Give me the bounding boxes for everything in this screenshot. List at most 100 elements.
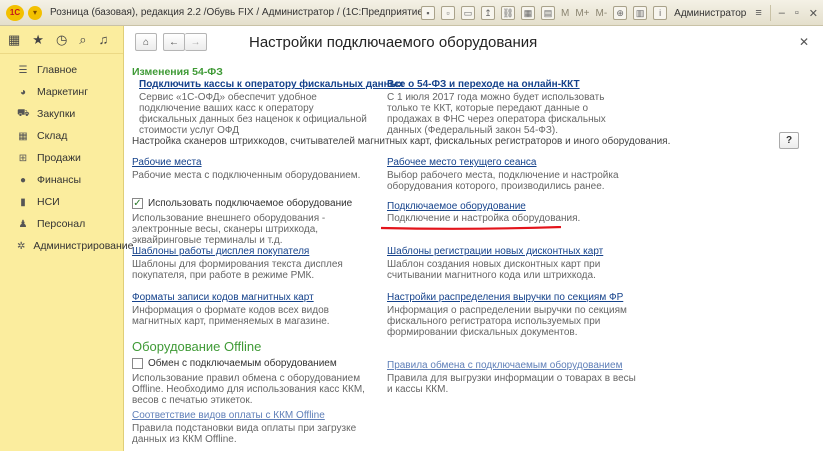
window-title-bar: 1С ▾ Розница (базовая), редакция 2.2 /Об… [0,0,823,26]
zoom-icon[interactable]: ⊕ [613,6,628,20]
save-icon[interactable]: ▪ [420,6,435,20]
form-header: ⌂ ← → Настройки подключаемого оборудован… [125,26,823,58]
cart-icon: ⛟ [17,107,30,119]
calculator-icon[interactable]: ▤ [540,6,555,20]
offline-exchange-label: Обмен с подключаемым оборудованием [148,358,337,369]
card-templates-desc: Шаблон создания новых дисконтных карт пр… [387,259,601,281]
sidebar-item-label: Закупки [37,108,76,120]
sidebar-item-marketing[interactable]: ◕ Маркетинг [0,81,123,103]
sidebar-item-label: Продажи [37,152,81,164]
maximize-icon[interactable]: ▫ [795,7,799,19]
sidebar-item-nsi[interactable]: ▮ НСИ [0,191,123,213]
sidebar-item-label: Администрирование [33,240,134,252]
back-button[interactable]: ← [163,33,185,51]
pie-chart-icon: ◕ [19,86,27,98]
books-icon: ▮ [20,196,26,208]
offline-exchange-checkbox[interactable] [132,358,143,369]
preview-icon[interactable]: ▭ [460,6,475,20]
search-icon[interactable]: ⌕ [79,32,86,48]
sidebar-item-purchases[interactable]: ⛟ Закупки [0,103,123,125]
home-button[interactable]: ⌂ [135,33,157,51]
sidebar-item-warehouse[interactable]: ▦ Склад [0,125,123,147]
page-title: Настройки подключаемого оборудования [249,33,538,51]
settings-intro: Настройка сканеров штрихкодов, считывате… [132,136,671,147]
main-menu-icon[interactable]: ▾ [28,5,42,20]
changes-54fz-header: Изменения 54-ФЗ [132,66,223,78]
app-logo-icon: 1С [6,4,24,21]
arrow-left-icon: ← [169,36,179,48]
sidebar-item-main[interactable]: ☰ Главное [0,59,123,81]
about-54fz-link[interactable]: Все о 54-ФЗ и переходе на онлайн-ККТ [387,79,580,90]
info-icon[interactable]: i [653,6,668,20]
display-templates-link[interactable]: Шаблоны работы дисплея покупателя [132,246,309,257]
link-icon[interactable]: ⛓ [500,6,515,20]
warehouse-icon: ▦ [18,130,28,142]
sidebar-item-administration[interactable]: ✲ Администрирование [0,235,134,257]
title-toolbar: ▪ ▫ ▭ ↥ ⛓ ▦ ▤ M M+ M- ⊕ ▥ i Администрато… [418,0,823,26]
toolbar-divider [769,5,771,21]
person-icon: ♟ [18,218,28,230]
all-functions-icon[interactable]: ▦ [8,32,20,48]
sidebar-item-label: Главное [37,64,78,76]
revenue-sections-desc: Информация о распределении выручки по се… [387,305,627,338]
sidebar-item-personnel[interactable]: ♟ Персонал [0,213,123,235]
connected-equipment-link[interactable]: Подключаемое оборудование [387,201,526,212]
sidebar-item-label: Склад [37,130,68,142]
payment-match-link[interactable]: Соответствие видов оплаты с ККМ Offline [132,410,325,421]
exchange-rules-desc: Правила для выгрузки информации о товара… [387,373,636,395]
close-window-icon[interactable]: ✕ [809,7,818,20]
sidebar-item-label: Персонал [37,218,86,230]
basket-icon: ⊞ [18,152,28,164]
window-title: Розница (базовая), редакция 2.2 /Обувь F… [50,7,427,18]
sidebar-toolbar: ▦ ★ ◷ ⌕ ♫ [0,26,123,54]
notifications-icon[interactable]: ≡ [755,7,761,19]
help-button[interactable]: ? [779,132,799,149]
memory-button[interactable]: M [561,8,569,19]
card-templates-link[interactable]: Шаблоны регистрации новых дисконтных кар… [387,246,603,257]
home-icon: ⌂ [142,36,150,48]
close-form-icon[interactable]: ✕ [799,35,809,49]
sidebar-item-label: НСИ [37,196,60,208]
use-equipment-checkbox[interactable]: ✓ [132,198,143,209]
use-equipment-row[interactable]: ✓ Использовать подключаемое оборудование [132,198,352,209]
bell-icon[interactable]: ♫ [99,32,109,47]
memory-plus-button[interactable]: M+ [575,8,589,19]
nav-arrows: ← → [163,33,207,51]
red-underline-annotation [380,226,562,230]
panels-icon[interactable]: ▥ [633,6,648,20]
export-icon[interactable]: ↥ [480,6,495,20]
current-workplace-desc: Выбор рабочего места, подключение и наст… [387,170,619,192]
sidebar-item-finance[interactable]: ● Финансы [0,169,123,191]
current-workplace-link[interactable]: Рабочее место текущего сеанса [387,157,537,168]
revenue-sections-link[interactable]: Настройки распределения выручки по секци… [387,292,623,303]
use-equipment-label: Использовать подключаемое оборудование [148,198,353,209]
memory-minus-button[interactable]: M- [596,8,608,19]
display-templates-desc: Шаблоны для формирования текста дисплея … [132,259,343,281]
connect-kassy-desc: Сервис «1С-ОФД» обеспечит удобное подклю… [139,92,367,136]
coin-icon: ● [19,174,27,186]
use-equipment-desc: Использование внешнего оборудования - эл… [132,213,326,246]
minimize-icon[interactable]: – [779,7,785,19]
calendar-icon[interactable]: ▦ [520,6,535,20]
mag-card-formats-desc: Информация о формате кодов всех видов ма… [132,305,330,327]
workplaces-link[interactable]: Рабочие места [132,157,202,168]
history-icon[interactable]: ◷ [56,32,67,48]
sidebar-item-label: Финансы [37,174,82,186]
offline-equipment-header: Оборудование Offline [132,339,262,354]
offline-exchange-row[interactable]: Обмен с подключаемым оборудованием [132,358,337,369]
arrow-right-icon: → [190,36,201,48]
payment-match-desc: Правила подстановки вида оплаты при загр… [132,423,357,445]
print-icon[interactable]: ▫ [440,6,455,20]
favorites-icon[interactable]: ★ [32,32,44,48]
sidebar-item-sales[interactable]: ⊞ Продажи [0,147,123,169]
connect-kassy-link[interactable]: Подключить кассы к оператору фискальных … [139,79,404,90]
settings-form: ⌂ ← → Настройки подключаемого оборудован… [125,26,823,451]
sidebar-item-label: Маркетинг [37,86,89,98]
connected-equipment-desc: Подключение и настройка оборудования. [387,213,581,224]
exchange-rules-link[interactable]: Правила обмена с подключаемым оборудован… [387,360,622,371]
about-54fz-desc: С 1 июля 2017 года можно будет использов… [387,92,606,136]
mag-card-formats-link[interactable]: Форматы записи кодов магнитных карт [132,292,314,303]
forward-button[interactable]: → [185,33,207,51]
user-name[interactable]: Администратор [674,8,746,19]
workplaces-desc: Рабочие места с подключенным оборудовани… [132,170,361,181]
